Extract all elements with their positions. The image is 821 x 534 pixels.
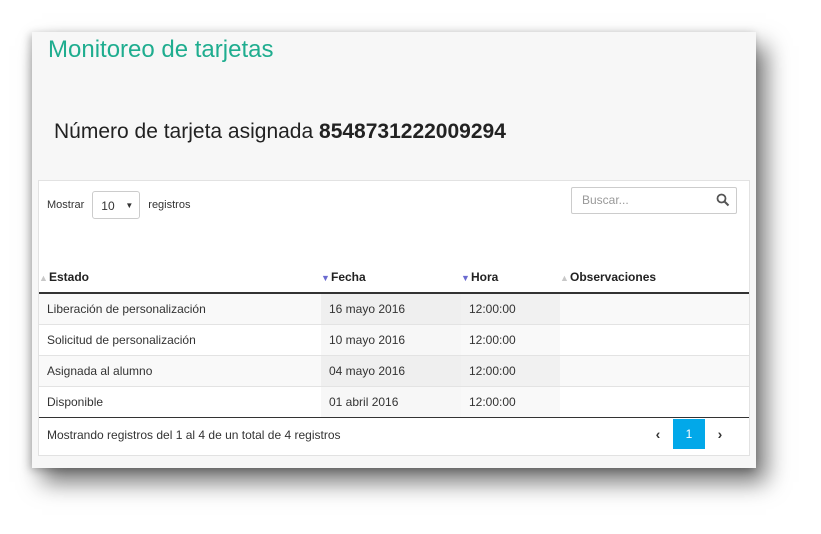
table-row: Liberación de personalización 16 mayo 20… [39, 292, 749, 325]
search-input[interactable]: Buscar... [571, 187, 737, 214]
chevron-right-icon[interactable]: › [705, 419, 735, 449]
card-number: 8548731222009294 [319, 120, 506, 143]
cell-estado: Disponible [39, 386, 321, 418]
cell-observaciones [560, 355, 749, 387]
pagination: ‹ 1 › [643, 419, 735, 449]
cell-fecha: 10 mayo 2016 [321, 324, 461, 356]
column-header-hora[interactable]: ▼Hora [461, 261, 560, 294]
table-header-row: ▲Estado ▼Fecha ▼Hora ▲Observaciones [39, 261, 749, 294]
length-prefix: Mostrar [47, 199, 85, 211]
card-heading: Número de tarjeta asignada 8548731222009… [54, 120, 506, 144]
records-table: ▲Estado ▼Fecha ▼Hora ▲Observaciones Libe… [39, 261, 749, 418]
table-row: Disponible 01 abril 2016 12:00:00 [39, 386, 749, 418]
cell-fecha: 16 mayo 2016 [321, 292, 461, 325]
card-label: Número de tarjeta asignada [54, 120, 314, 143]
page-button-1[interactable]: 1 [673, 419, 705, 449]
page-title: Monitoreo de tarjetas [48, 36, 274, 63]
cell-fecha: 01 abril 2016 [321, 386, 461, 418]
page-length-value: 10 [101, 199, 115, 213]
sort-desc-icon: ▼ [321, 272, 330, 283]
cell-fecha: 04 mayo 2016 [321, 355, 461, 387]
search-placeholder: Buscar... [582, 193, 629, 207]
table-row: Asignada al alumno 04 mayo 2016 12:00:00 [39, 355, 749, 387]
cell-estado: Liberación de personalización [39, 292, 321, 325]
search-icon[interactable] [716, 193, 730, 207]
sort-both-icon: ▲ [560, 272, 569, 283]
caret-down-icon: ▼ [125, 201, 134, 210]
cell-hora: 12:00:00 [461, 324, 560, 356]
page-length-control: Mostrar 10 ▼ registros [47, 191, 190, 219]
table-row: Solicitud de personalización 10 mayo 201… [39, 324, 749, 356]
column-header-observaciones[interactable]: ▲Observaciones [560, 261, 749, 294]
length-suffix: registros [148, 199, 191, 211]
records-table-container: Mostrar 10 ▼ registros Buscar... ▲Estado… [38, 180, 750, 456]
cell-observaciones [560, 292, 749, 325]
main-panel: Monitoreo de tarjetas Número de tarjeta … [32, 32, 756, 468]
cell-hora: 12:00:00 [461, 355, 560, 387]
column-header-estado[interactable]: ▲Estado [39, 261, 321, 294]
cell-observaciones [560, 386, 749, 418]
cell-hora: 12:00:00 [461, 386, 560, 418]
cell-estado: Solicitud de personalización [39, 324, 321, 356]
cell-estado: Asignada al alumno [39, 355, 321, 387]
chevron-left-icon[interactable]: ‹ [643, 419, 673, 449]
column-header-fecha[interactable]: ▼Fecha [321, 261, 461, 294]
cell-observaciones [560, 324, 749, 356]
page-length-select[interactable]: 10 ▼ [92, 191, 141, 219]
sort-both-icon: ▲ [39, 272, 48, 283]
table-info: Mostrando registros del 1 al 4 de un tot… [47, 428, 341, 442]
cell-hora: 12:00:00 [461, 292, 560, 325]
sort-desc-icon: ▼ [461, 272, 470, 283]
